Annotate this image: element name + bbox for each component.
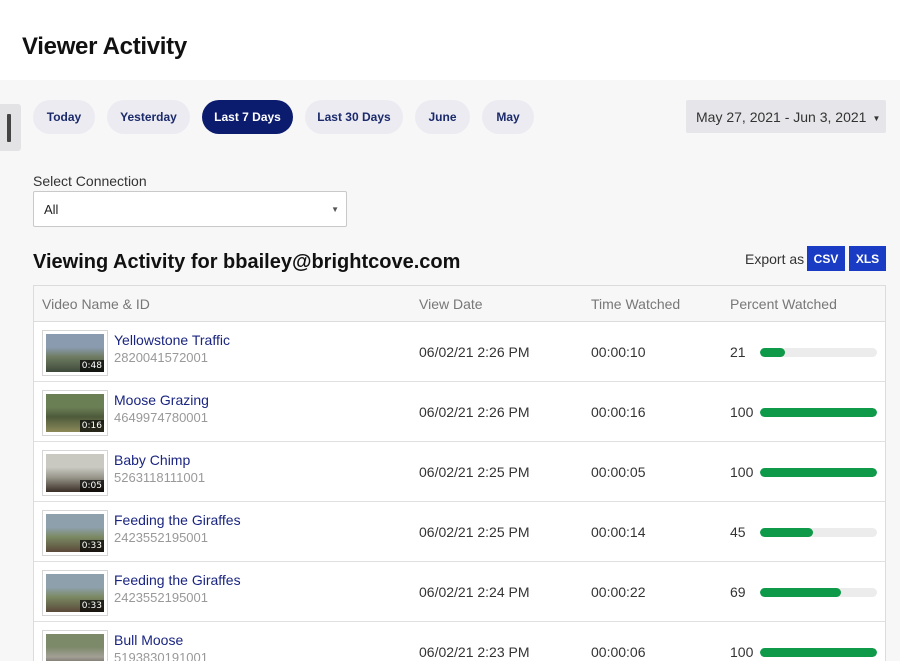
table-header: Video Name & ID View Date Time Watched P… [34, 286, 885, 322]
table-row[interactable]: 0:16 Moose Grazing 4649974780001 06/02/21 2… [34, 382, 885, 442]
view-date: 06/02/21 2:26 PM [419, 344, 530, 360]
percent-watched-value: 21 [730, 344, 746, 360]
video-duration: 0:33 [79, 540, 104, 552]
video-duration: 0:33 [79, 600, 104, 612]
thumbnail-image: 0:33 [46, 574, 104, 612]
video-thumbnail[interactable]: 0:16 [42, 390, 108, 436]
video-name-link[interactable]: Yellowstone Traffic [114, 332, 230, 348]
thumbnail-image: 0:05 [46, 454, 104, 492]
caret-down-icon: ▼ [872, 113, 881, 123]
range-filter-last-7-days[interactable]: Last 7 Days [202, 100, 293, 134]
percent-watched-bar [760, 468, 877, 477]
time-watched: 00:00:22 [591, 584, 646, 600]
video-id: 5193830191001 [114, 650, 208, 661]
video-thumbnail[interactable]: 0:33 [42, 510, 108, 556]
video-duration: 0:48 [79, 360, 104, 372]
view-date: 06/02/21 2:25 PM [419, 464, 530, 480]
percent-watched-value: 100 [730, 404, 754, 420]
view-date: 06/02/21 2:25 PM [419, 524, 530, 540]
video-name-link[interactable]: Feeding the Giraffes [114, 512, 241, 528]
section-title: Viewing Activity for bbailey@brightcove.… [33, 251, 461, 273]
connection-select[interactable]: All ▼ [33, 191, 347, 227]
view-date: 06/02/21 2:26 PM [419, 404, 530, 420]
viewing-activity-table: Video Name & ID View Date Time Watched P… [33, 285, 886, 661]
percent-watched-bar-fill [760, 648, 877, 657]
video-thumbnail[interactable]: 0:33 [42, 570, 108, 616]
time-watched: 00:00:14 [591, 524, 646, 540]
thumbnail-image: 0:16 [46, 394, 104, 432]
video-id: 2423552195001 [114, 530, 208, 545]
percent-watched-value: 100 [730, 464, 754, 480]
video-id: 5263118111001 [114, 470, 206, 485]
sidebar-toggle-handle[interactable] [0, 104, 21, 151]
video-thumbnail[interactable]: 0:48 [42, 330, 108, 376]
time-watched: 00:00:10 [591, 344, 646, 360]
view-date: 06/02/21 2:23 PM [419, 644, 530, 660]
time-watched: 00:00:16 [591, 404, 646, 420]
video-id: 2423552195001 [114, 590, 208, 605]
percent-watched-bar-fill [760, 408, 877, 417]
view-date: 06/02/21 2:24 PM [419, 584, 530, 600]
percent-watched-value: 69 [730, 584, 746, 600]
export-label: Export as [745, 251, 805, 267]
column-header-time[interactable]: Time Watched [591, 296, 680, 312]
table-row[interactable]: 0:05 Baby Chimp 5263118111001 06/02/21 2:25… [34, 442, 885, 502]
date-range-label: May 27, 2021 - Jun 3, 2021 [696, 108, 867, 125]
column-header-percent[interactable]: Percent Watched [730, 296, 837, 312]
thumbnail-image [46, 634, 104, 661]
video-duration: 0:05 [79, 480, 104, 492]
percent-watched-bar-fill [760, 528, 813, 537]
video-duration: 0:16 [79, 420, 104, 432]
thumbnail-image: 0:33 [46, 514, 104, 552]
percent-watched-bar [760, 648, 877, 657]
video-name-link[interactable]: Feeding the Giraffes [114, 572, 241, 588]
range-filter-yesterday[interactable]: Yesterday [107, 100, 190, 134]
range-filter-may[interactable]: May [482, 100, 534, 134]
column-header-video[interactable]: Video Name & ID [42, 296, 150, 312]
table-row[interactable]: Bull Moose 5193830191001 06/02/21 2:23 PM 0… [34, 622, 885, 661]
percent-watched-value: 100 [730, 644, 754, 660]
caret-down-icon: ▼ [331, 205, 339, 214]
video-thumbnail[interactable]: 0:05 [42, 450, 108, 496]
connection-label: Select Connection [33, 173, 147, 189]
range-filter-june[interactable]: June [415, 100, 470, 134]
video-name-link[interactable]: Moose Grazing [114, 392, 209, 408]
video-id: 2820041572001 [114, 350, 208, 365]
percent-watched-bar [760, 348, 877, 357]
range-filter-today[interactable]: Today [33, 100, 95, 134]
percent-watched-bar [760, 408, 877, 417]
range-filter-last-30-days[interactable]: Last 30 Days [305, 100, 403, 134]
video-thumbnail[interactable] [42, 630, 108, 661]
thumbnail-image: 0:48 [46, 334, 104, 372]
page-title: Viewer Activity [22, 33, 187, 60]
export-xls-button[interactable]: XLS [849, 246, 886, 271]
percent-watched-bar-fill [760, 468, 877, 477]
percent-watched-bar [760, 528, 877, 537]
time-watched: 00:00:06 [591, 644, 646, 660]
table-row[interactable]: 0:33 Feeding the Giraffes 2423552195001 06/… [34, 562, 885, 622]
percent-watched-bar [760, 588, 877, 597]
date-range-dropdown[interactable]: May 27, 2021 - Jun 3, 2021 ▼ [686, 100, 886, 133]
video-id: 4649974780001 [114, 410, 208, 425]
table-row[interactable]: 0:48 Yellowstone Traffic 2820041572001 06/0… [34, 322, 885, 382]
video-name-link[interactable]: Bull Moose [114, 632, 183, 648]
connection-select-value: All [44, 201, 59, 217]
video-name-link[interactable]: Baby Chimp [114, 452, 190, 468]
export-csv-button[interactable]: CSV [807, 246, 845, 271]
table-row[interactable]: 0:33 Feeding the Giraffes 2423552195001 06/… [34, 502, 885, 562]
time-watched: 00:00:05 [591, 464, 646, 480]
column-header-date[interactable]: View Date [419, 296, 483, 312]
percent-watched-value: 45 [730, 524, 746, 540]
percent-watched-bar-fill [760, 348, 785, 357]
percent-watched-bar-fill [760, 588, 841, 597]
